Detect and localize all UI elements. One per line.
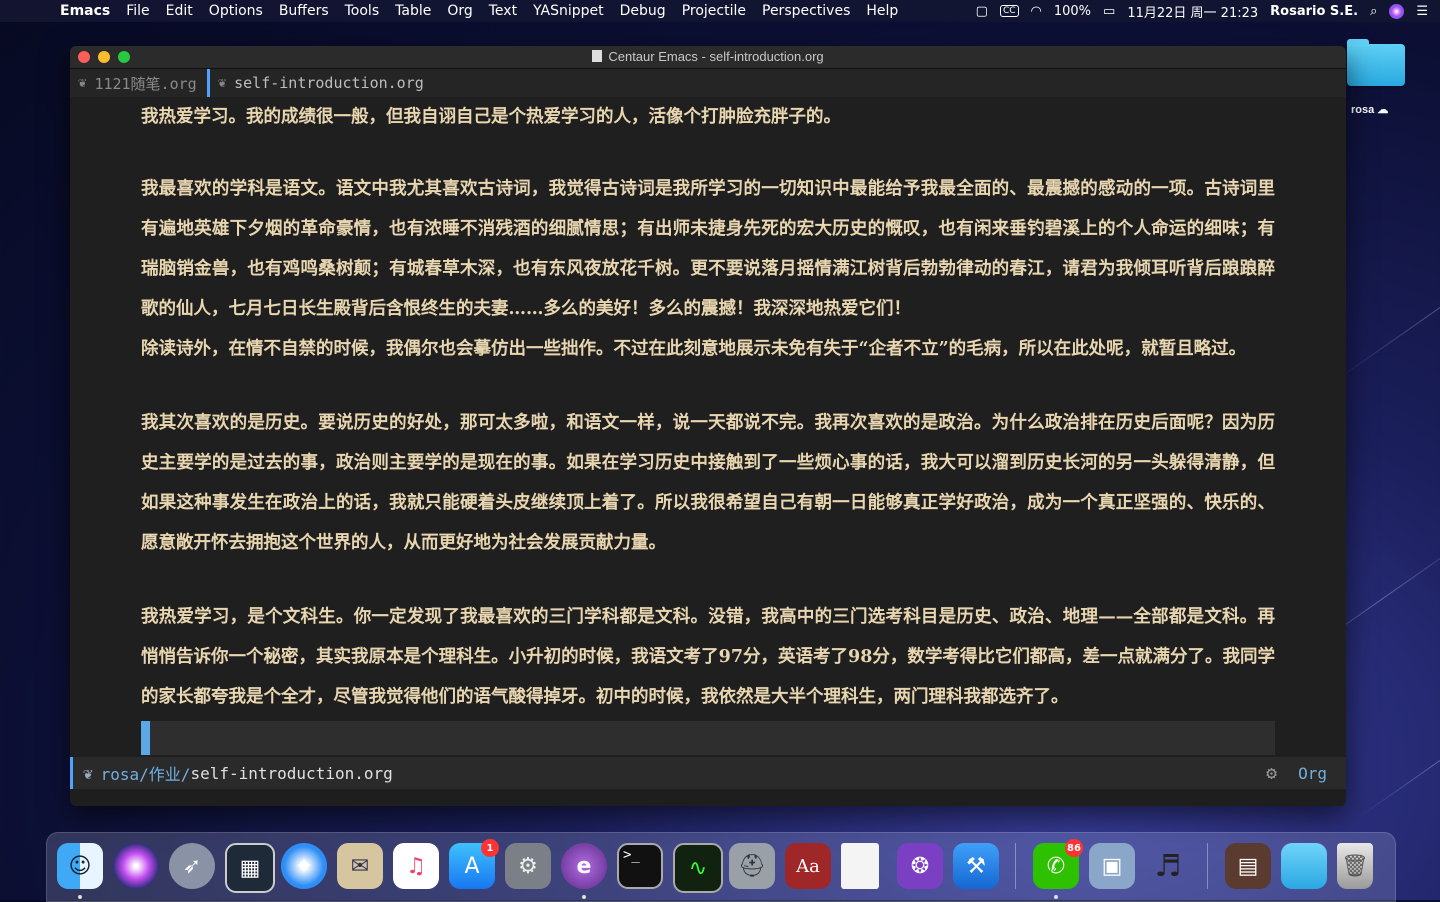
running-indicator (1054, 895, 1058, 899)
menu-bar: Emacs File Edit Options Buffers Tools Ta… (0, 0, 1440, 22)
trash-icon[interactable]: 🗑 (1337, 843, 1373, 889)
wifi-icon[interactable]: ◠ (1031, 4, 1042, 19)
xcode-icon[interactable]: ⚒ (953, 843, 999, 889)
editor-buffer[interactable]: 我热爱学习。我的成绩很一般，但我自诩自己是个热爱学习的人，活像个打肿脸充胖子的。… (70, 97, 1346, 757)
clock[interactable]: 11月22日 周一 21:23 (1127, 2, 1258, 21)
dock: ☺ ➶ ▦ ✦ ✉ ♫ A1 ⚙ e >_ ∿ ⛑ Aa ❂ ⚒ ✆ 86 ▣ ♬… (46, 832, 1396, 902)
menu-perspectives[interactable]: Perspectives (762, 3, 850, 19)
current-line-highlight (141, 721, 1275, 755)
icloud-icon: ☁ (1377, 104, 1389, 116)
mode-line: ❦ rosa/作业/ self-introduction.org ⚙ Org (70, 757, 1346, 789)
tab-bar: ❦ 1121随笔.org ❦ self-introduction.org (70, 69, 1346, 97)
user-name[interactable]: Rosario S.E. (1270, 4, 1358, 19)
buffer-file-name[interactable]: self-introduction.org (190, 764, 392, 783)
window-title: Centaur Emacs - self-introduction.org (70, 49, 1346, 64)
running-indicator (78, 895, 82, 899)
desktop-folder-name: rosa (1351, 104, 1375, 116)
menu-projectile[interactable]: Projectile (682, 3, 746, 19)
paragraph-4: 我其次喜欢的是历史。要说历史的好处，那可太多啦，和语文一样，说一天都说不完。我再… (141, 413, 1275, 553)
battery-icon[interactable]: ▭ (1103, 4, 1115, 19)
paragraph-2: 我最喜欢的学科是语文。语文中我尤其喜欢古诗词，我觉得古诗词是我所学习的一切知识中… (141, 179, 1275, 319)
running-indicator (582, 895, 586, 899)
app-store-badge: 1 (481, 839, 499, 857)
siri-icon[interactable] (113, 843, 159, 889)
dashboard-icon[interactable]: ▦ (225, 843, 275, 893)
org-leaf-icon: ❦ (83, 763, 93, 783)
image-capture-icon[interactable]: ▣ (1089, 843, 1135, 889)
menu-file[interactable]: File (126, 3, 149, 19)
menu-yasnippet[interactable]: YASnippet (533, 3, 604, 19)
downloads-folder-icon[interactable] (1281, 843, 1327, 889)
app-store-icon[interactable]: A1 (449, 839, 499, 889)
org-leaf-icon: ❦ (217, 75, 227, 91)
desktop-folder-icon[interactable] (1347, 39, 1405, 86)
music-icon[interactable]: ♫ (393, 843, 439, 889)
finder-icon[interactable]: ☺ (57, 843, 103, 889)
menu-help[interactable]: Help (866, 3, 898, 19)
wechat-badge: 86 (1065, 839, 1083, 857)
launchpad-icon[interactable]: ➶ (169, 843, 215, 889)
menu-app-emacs[interactable]: Emacs (60, 3, 110, 19)
menu-edit[interactable]: Edit (166, 3, 193, 19)
paragraph-3: 除读诗外，在情不自禁的时候，我偶尔也会摹仿出一些拙作。不过在此刻意地展示未免有失… (141, 339, 1247, 359)
github-desktop-icon[interactable]: ❂ (897, 843, 943, 889)
document-icon (592, 50, 603, 62)
major-mode[interactable]: Org (1298, 764, 1327, 783)
preview-icon[interactable]: ✉ (337, 843, 383, 889)
textedit-icon[interactable] (841, 843, 879, 889)
system-preferences-icon[interactable]: ⚙ (505, 843, 551, 889)
spotlight-search-icon[interactable]: ⌕ (1370, 4, 1377, 19)
wechat-icon[interactable]: ✆ 86 (1033, 839, 1083, 889)
activity-monitor-icon[interactable]: ∿ (673, 843, 723, 893)
title-bar[interactable]: Centaur Emacs - self-introduction.org (70, 46, 1346, 69)
menu-buffers[interactable]: Buffers (279, 3, 329, 19)
garageband-icon[interactable]: ♬ (1145, 843, 1191, 889)
dictionary-icon[interactable]: Aa (785, 843, 831, 889)
gear-icon[interactable]: ⚙ (1266, 763, 1277, 784)
dock-separator (1015, 843, 1016, 889)
cc-icon[interactable]: CC (999, 5, 1019, 17)
org-leaf-icon: ❦ (78, 75, 87, 91)
emacs-window: Centaur Emacs - self-introduction.org ❦ … (70, 46, 1346, 806)
safari-icon[interactable]: ✦ (281, 843, 327, 889)
menu-org[interactable]: Org (447, 3, 472, 19)
menu-text[interactable]: Text (489, 3, 517, 19)
tab-self-introduction[interactable]: ❦ self-introduction.org (206, 69, 434, 97)
terminal-icon[interactable]: >_ (617, 843, 663, 889)
menu-table[interactable]: Table (395, 3, 431, 19)
tab-label: self-introduction.org (234, 74, 424, 92)
disk-utility-icon[interactable]: ⛑ (729, 843, 775, 889)
desktop-folder-label[interactable]: rosa ☁ (1351, 103, 1388, 116)
text-cursor (141, 721, 150, 755)
paragraph-1: 我热爱学习。我的成绩很一般，但我自诩自己是个热爱学习的人，活像个打肿脸充胖子的。 (141, 107, 841, 127)
menu-debug[interactable]: Debug (620, 3, 666, 19)
menu-tools[interactable]: Tools (345, 3, 380, 19)
desktop-streak (1357, 702, 1440, 819)
battery-percent[interactable]: 100% (1054, 4, 1091, 19)
dock-separator (1207, 843, 1208, 889)
menu-options[interactable]: Options (209, 3, 263, 19)
paragraph-5: 我热爱学习，是个文科生。你一定发现了我最喜欢的三门学科都是文科。没错，我高中的三… (141, 607, 1275, 707)
tab-1121-note[interactable]: ❦ 1121随笔.org (70, 69, 207, 97)
siri-icon[interactable] (1389, 3, 1405, 19)
window-switch-icon[interactable]: ▢ (976, 4, 988, 19)
notification-center-icon[interactable]: ☰ (1416, 4, 1428, 19)
tab-label: 1121随笔.org (94, 74, 197, 93)
emacs-icon[interactable]: e (561, 843, 607, 889)
buffer-directory[interactable]: rosa/作业/ (101, 761, 191, 785)
books-icon[interactable]: ▤ (1225, 843, 1271, 889)
window-title-text: Centaur Emacs - self-introduction.org (608, 49, 824, 64)
